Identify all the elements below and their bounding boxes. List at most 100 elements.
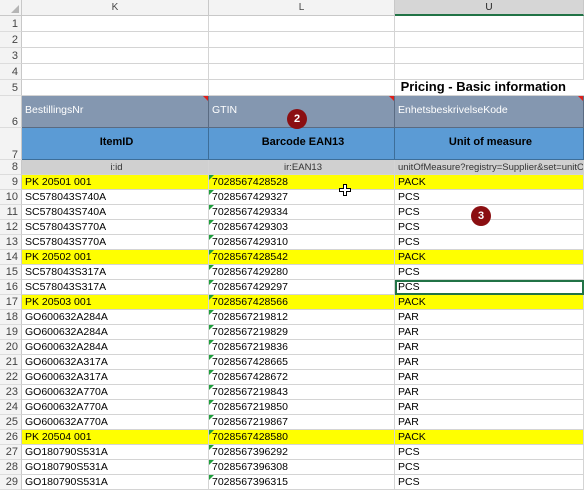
row-header[interactable]: 14 bbox=[0, 250, 22, 265]
item-id-cell[interactable]: GO600632A770A bbox=[22, 415, 209, 430]
item-id-cell[interactable]: PK 20503 001 bbox=[22, 295, 209, 310]
namespace-3[interactable]: unitOfMeasure?registry=Supplier&set=unit… bbox=[395, 160, 584, 175]
column-header-l[interactable]: L bbox=[209, 0, 395, 16]
item-id-cell[interactable]: GO600632A770A bbox=[22, 385, 209, 400]
item-id-cell[interactable]: PK 20504 001 bbox=[22, 430, 209, 445]
empty-cell[interactable] bbox=[209, 80, 395, 96]
item-id-cell[interactable]: SC578043S317A bbox=[22, 280, 209, 295]
column-title-1[interactable]: ItemID bbox=[22, 128, 209, 160]
item-id-cell[interactable]: GO600632A284A bbox=[22, 310, 209, 325]
item-id-cell[interactable]: SC578043S740A bbox=[22, 205, 209, 220]
ean-cell[interactable]: 7028567429303 bbox=[209, 220, 395, 235]
row-header[interactable]: 20 bbox=[0, 340, 22, 355]
empty-cell[interactable] bbox=[395, 16, 584, 32]
namespace-1[interactable]: i:id bbox=[22, 160, 209, 175]
unit-cell[interactable]: PAR bbox=[395, 385, 584, 400]
unit-cell[interactable]: PAR bbox=[395, 400, 584, 415]
empty-cell[interactable] bbox=[395, 48, 584, 64]
item-id-cell[interactable]: GO180790S531A bbox=[22, 445, 209, 460]
row-header[interactable]: 22 bbox=[0, 370, 22, 385]
item-id-cell[interactable]: GO600632A317A bbox=[22, 370, 209, 385]
empty-cell[interactable] bbox=[209, 48, 395, 64]
item-id-cell[interactable]: GO600632A284A bbox=[22, 340, 209, 355]
item-id-cell[interactable]: GO600632A770A bbox=[22, 400, 209, 415]
column-title-3[interactable]: Unit of measure bbox=[395, 128, 584, 160]
unit-cell[interactable]: PCS bbox=[395, 460, 584, 475]
item-id-cell[interactable]: SC578043S770A bbox=[22, 220, 209, 235]
unit-cell[interactable]: PCS bbox=[395, 220, 584, 235]
unit-cell[interactable]: PACK bbox=[395, 295, 584, 310]
row-header[interactable]: 16 bbox=[0, 280, 22, 295]
item-id-cell[interactable]: PK 20501 001 bbox=[22, 175, 209, 190]
row-header[interactable]: 2 bbox=[0, 32, 22, 48]
unit-cell[interactable]: PACK bbox=[395, 175, 584, 190]
row-header[interactable]: 13 bbox=[0, 235, 22, 250]
item-id-cell[interactable]: GO180790S531A bbox=[22, 460, 209, 475]
select-all-corner[interactable] bbox=[0, 0, 22, 16]
ean-cell[interactable]: 7028567428665 bbox=[209, 355, 395, 370]
row-header[interactable]: 4 bbox=[0, 64, 22, 80]
row-header[interactable]: 19 bbox=[0, 325, 22, 340]
column-header-k[interactable]: K bbox=[22, 0, 209, 16]
unit-cell[interactable]: PACK bbox=[395, 250, 584, 265]
field-name-1[interactable]: BestillingsNr bbox=[22, 96, 209, 128]
unit-cell[interactable]: PAR bbox=[395, 340, 584, 355]
unit-cell[interactable]: PAR bbox=[395, 325, 584, 340]
item-id-cell[interactable]: GO600632A317A bbox=[22, 355, 209, 370]
item-id-cell[interactable]: PK 20502 001 bbox=[22, 250, 209, 265]
empty-cell[interactable] bbox=[22, 16, 209, 32]
row-header[interactable]: 24 bbox=[0, 400, 22, 415]
ean-cell[interactable]: 7028567219836 bbox=[209, 340, 395, 355]
ean-cell[interactable]: 7028567429327 bbox=[209, 190, 395, 205]
unit-cell[interactable]: PCS bbox=[395, 445, 584, 460]
row-header[interactable]: 9 bbox=[0, 175, 22, 190]
item-id-cell[interactable]: SC578043S740A bbox=[22, 190, 209, 205]
ean-cell[interactable]: 7028567428580 bbox=[209, 430, 395, 445]
row-header[interactable]: 12 bbox=[0, 220, 22, 235]
row-header[interactable]: 25 bbox=[0, 415, 22, 430]
item-id-cell[interactable]: SC578043S770A bbox=[22, 235, 209, 250]
unit-cell[interactable]: PCS bbox=[395, 235, 584, 250]
empty-cell[interactable] bbox=[22, 80, 209, 96]
empty-cell[interactable] bbox=[395, 32, 584, 48]
ean-cell[interactable]: 7028567396308 bbox=[209, 460, 395, 475]
unit-cell[interactable]: PACK bbox=[395, 430, 584, 445]
row-header[interactable]: 23 bbox=[0, 385, 22, 400]
column-title-2[interactable]: Barcode EAN13 bbox=[209, 128, 395, 160]
ean-cell[interactable]: 7028567428528 bbox=[209, 175, 395, 190]
ean-cell[interactable]: 7028567429334 bbox=[209, 205, 395, 220]
row-header[interactable]: 7 bbox=[0, 128, 22, 161]
unit-cell[interactable]: PAR bbox=[395, 355, 584, 370]
unit-cell[interactable]: PAR bbox=[395, 415, 584, 430]
row-header[interactable]: 1 bbox=[0, 16, 22, 32]
unit-cell[interactable]: PAR bbox=[395, 370, 584, 385]
empty-cell[interactable] bbox=[22, 48, 209, 64]
ean-cell[interactable]: 7028567428542 bbox=[209, 250, 395, 265]
row-header[interactable]: 3 bbox=[0, 48, 22, 64]
unit-cell[interactable]: PAR bbox=[395, 310, 584, 325]
ean-cell[interactable]: 7028567429310 bbox=[209, 235, 395, 250]
ean-cell[interactable]: 7028567219850 bbox=[209, 400, 395, 415]
empty-cell[interactable] bbox=[209, 32, 395, 48]
ean-cell[interactable]: 7028567428672 bbox=[209, 370, 395, 385]
row-header[interactable]: 28 bbox=[0, 460, 22, 475]
namespace-2[interactable]: ir:EAN13 bbox=[209, 160, 395, 175]
row-header[interactable]: 11 bbox=[0, 205, 22, 220]
row-header[interactable]: 26 bbox=[0, 430, 22, 445]
field-name-3[interactable]: EnhetsbeskrivelseKode bbox=[395, 96, 584, 128]
row-header[interactable]: 27 bbox=[0, 445, 22, 460]
item-id-cell[interactable]: SC578043S317A bbox=[22, 265, 209, 280]
unit-cell[interactable]: PCS bbox=[395, 190, 584, 205]
unit-cell[interactable]: PCS bbox=[395, 280, 584, 295]
ean-cell[interactable]: 7028567429280 bbox=[209, 265, 395, 280]
row-header[interactable]: 18 bbox=[0, 310, 22, 325]
ean-cell[interactable]: 7028567219867 bbox=[209, 415, 395, 430]
row-header[interactable]: 6 bbox=[0, 96, 22, 128]
row-header[interactable]: 17 bbox=[0, 295, 22, 310]
empty-cell[interactable] bbox=[22, 32, 209, 48]
column-header-u[interactable]: U bbox=[395, 0, 584, 16]
ean-cell[interactable]: 7028567396292 bbox=[209, 445, 395, 460]
ean-cell[interactable]: 7028567429297 bbox=[209, 280, 395, 295]
row-header[interactable]: 15 bbox=[0, 265, 22, 280]
ean-cell[interactable]: 7028567219843 bbox=[209, 385, 395, 400]
